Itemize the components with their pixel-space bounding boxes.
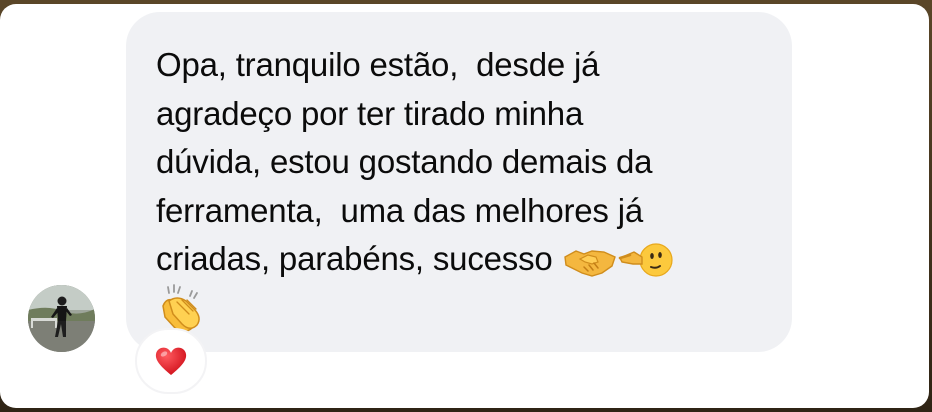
avatar[interactable] [28, 285, 95, 352]
red-heart-icon [155, 347, 187, 375]
message-line-3: dúvida, estou gostando demais da [156, 143, 653, 180]
message-line-2: agradeço por ter tirado minha [156, 94, 584, 132]
heart-reaction-button[interactable] [135, 328, 207, 394]
screenshot-frame: Opa, tranquilo estão, desde já agradeço … [0, 0, 932, 412]
handshake-emoji [563, 250, 616, 278]
runner-photo-icon [28, 285, 95, 352]
message-line-5: criadas, parabéns, sucesso [156, 240, 553, 277]
message-line-1: Opa, tranquilo estão, desde já [156, 46, 600, 83]
chat-area: Opa, tranquilo estão, desde já agradeço … [0, 4, 929, 408]
message-line-4: ferramenta, uma das melhores já [156, 191, 643, 229]
pointing-face-emoji [618, 243, 673, 277]
message-text: Opa, tranquilo estão, desde já agradeço … [156, 41, 776, 336]
